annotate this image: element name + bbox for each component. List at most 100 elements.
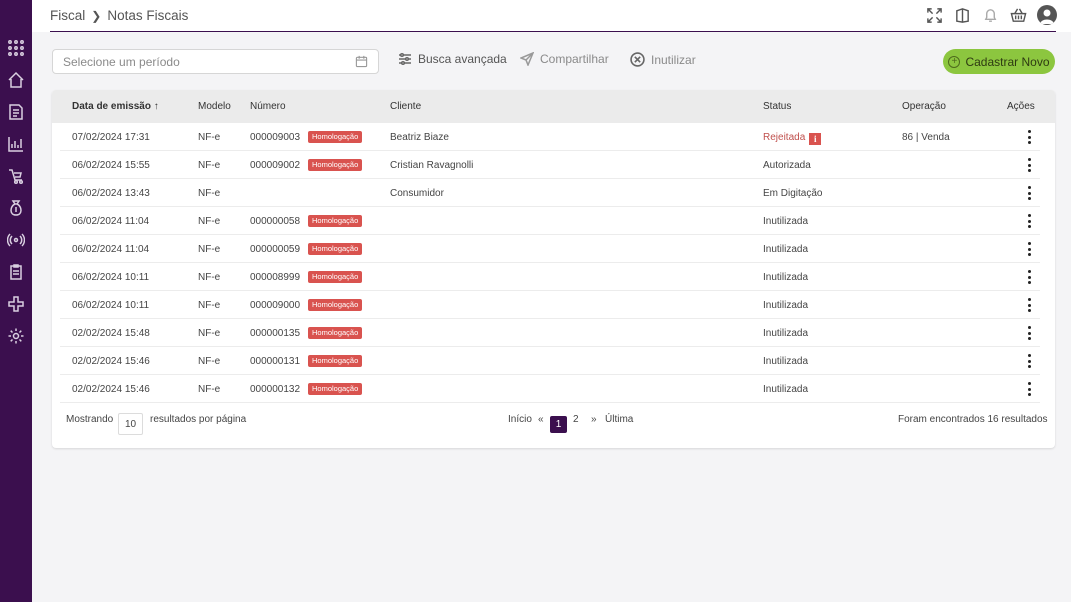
invoices-table-card: Data de emissão ↑ Modelo Número Cliente … <box>52 90 1055 448</box>
cell-model: NF-e <box>198 356 221 367</box>
homologation-badge: Homologação <box>308 327 363 339</box>
integrations-icon[interactable] <box>6 294 26 314</box>
circle-x-icon <box>630 52 645 67</box>
help-book-icon[interactable] <box>953 6 971 24</box>
homologation-badge: Homologação <box>308 355 363 367</box>
advanced-search-button[interactable]: Busca avançada <box>398 52 507 66</box>
table-header: Data de emissão ↑ Modelo Número Cliente … <box>52 90 1055 123</box>
breadcrumb: Fiscal ❯ Notas Fiscais <box>50 8 188 23</box>
home-icon[interactable] <box>6 70 26 90</box>
cell-date: 02/02/2024 15:48 <box>72 328 150 339</box>
pagination-next[interactable]: » <box>591 414 597 425</box>
cell-status: Inutilizada <box>763 384 808 395</box>
cell-date: 06/02/2024 13:43 <box>72 188 150 199</box>
table-row[interactable]: 06/02/2024 10:11 NF-e 000009000 Homologação… <box>60 291 1040 319</box>
row-actions-kebab-icon[interactable] <box>1026 158 1032 172</box>
cell-model: NF-e <box>198 132 221 143</box>
cell-model: NF-e <box>198 328 221 339</box>
broadcast-icon[interactable] <box>6 230 26 250</box>
cell-client: Consumidor <box>390 188 444 199</box>
money-bag-icon[interactable] <box>6 198 26 218</box>
apps-grid-icon[interactable] <box>6 38 26 58</box>
cell-date: 06/02/2024 11:04 <box>72 244 150 255</box>
pagination-first[interactable]: Início <box>508 414 532 425</box>
advanced-search-label: Busca avançada <box>418 52 507 66</box>
date-range-input[interactable] <box>63 54 323 69</box>
pagination-last[interactable]: Última <box>605 414 633 425</box>
cell-operation: 86 | Venda <box>902 132 950 143</box>
col-operation-header[interactable]: Operação <box>902 101 946 112</box>
header-divider <box>50 31 1056 32</box>
chevron-right-icon: ❯ <box>91 8 102 23</box>
table-row[interactable]: 06/02/2024 10:11 NF-e 000008999 Homologação… <box>60 263 1040 291</box>
clipboard-icon[interactable] <box>6 262 26 282</box>
chart-icon[interactable] <box>6 134 26 154</box>
header-actions <box>925 5 1057 25</box>
cell-number: 000000131 <box>250 356 301 367</box>
status-label: Inutilizada <box>763 244 809 255</box>
gear-icon[interactable] <box>6 326 26 346</box>
table-row[interactable]: 06/02/2024 11:04 NF-e 000000058 Homologação… <box>60 207 1040 235</box>
cell-number: 000009002 <box>250 160 301 171</box>
basket-icon[interactable] <box>1009 6 1027 24</box>
col-model-header[interactable]: Modelo <box>198 101 231 112</box>
cell-client: Beatriz Biaze <box>390 132 449 143</box>
pagination-page-1[interactable]: 1 <box>550 416 567 433</box>
cell-status: Inutilizada <box>763 272 808 283</box>
homologation-badge: Homologação <box>308 131 363 143</box>
share-button[interactable]: Compartilhar <box>520 52 609 66</box>
status-label: Autorizada <box>763 160 811 171</box>
date-range-field[interactable] <box>52 49 379 74</box>
homologation-badge: Homologação <box>308 215 363 227</box>
per-page-select[interactable]: 10 <box>118 413 143 435</box>
row-actions-kebab-icon[interactable] <box>1026 326 1032 340</box>
register-new-button[interactable]: + Cadastrar Novo <box>943 49 1055 74</box>
table-row[interactable]: 02/02/2024 15:48 NF-e 000000135 Homologação… <box>60 319 1040 347</box>
cell-status: Rejeitada i <box>763 132 822 145</box>
table-row[interactable]: 07/02/2024 17:31 NF-e 000009003 Homologação… <box>60 123 1040 151</box>
table-row[interactable]: 06/02/2024 13:43 NF-e Consumidor Em Digitaç… <box>60 179 1040 207</box>
row-actions-kebab-icon[interactable] <box>1026 354 1032 368</box>
cell-model: NF-e <box>198 244 221 255</box>
delivery-icon[interactable] <box>6 166 26 186</box>
row-actions-kebab-icon[interactable] <box>1026 382 1032 396</box>
cell-model: NF-e <box>198 188 221 199</box>
table-row[interactable]: 02/02/2024 15:46 NF-e 000000131 Homologação… <box>60 347 1040 375</box>
row-actions-kebab-icon[interactable] <box>1026 242 1032 256</box>
homologation-badge: Homologação <box>308 271 363 283</box>
cell-date: 06/02/2024 10:11 <box>72 272 150 283</box>
pagination-page-2[interactable]: 2 <box>573 414 579 425</box>
cell-client: Cristian Ravagnolli <box>390 160 474 171</box>
row-actions-kebab-icon[interactable] <box>1026 270 1032 284</box>
row-actions-kebab-icon[interactable] <box>1026 130 1032 144</box>
cell-status: Inutilizada <box>763 328 808 339</box>
info-icon[interactable]: i <box>809 133 822 145</box>
cell-date: 06/02/2024 15:55 <box>72 160 150 171</box>
calendar-icon[interactable] <box>355 55 368 68</box>
inutilize-label: Inutilizar <box>651 52 696 67</box>
table-row[interactable]: 06/02/2024 15:55 NF-e 000009002 Homologação… <box>60 151 1040 179</box>
col-date-header[interactable]: Data de emissão ↑ <box>72 101 159 112</box>
col-actions-header: Ações <box>1007 101 1035 112</box>
col-status-header[interactable]: Status <box>763 101 791 112</box>
table-row[interactable]: 06/02/2024 11:04 NF-e 000000059 Homologação… <box>60 235 1040 263</box>
row-actions-kebab-icon[interactable] <box>1026 298 1032 312</box>
document-edit-icon[interactable] <box>6 102 26 122</box>
table-row[interactable]: 02/02/2024 15:46 NF-e 000000132 Homologação… <box>60 375 1040 403</box>
breadcrumb-fiscal[interactable]: Fiscal <box>50 8 85 23</box>
cell-status: Inutilizada <box>763 244 808 255</box>
homologation-badge: Homologação <box>308 243 363 255</box>
col-number-header[interactable]: Número <box>250 101 286 112</box>
row-actions-kebab-icon[interactable] <box>1026 186 1032 200</box>
inutilize-button[interactable]: Inutilizar <box>630 52 696 67</box>
cell-model: NF-e <box>198 216 221 227</box>
cell-status: Em Digitação <box>763 188 822 199</box>
row-actions-kebab-icon[interactable] <box>1026 214 1032 228</box>
cell-number: 000008999 <box>250 272 301 283</box>
fullscreen-icon[interactable] <box>925 6 943 24</box>
col-client-header[interactable]: Cliente <box>390 101 421 112</box>
pagination-prev[interactable]: « <box>538 414 544 425</box>
cell-date: 06/02/2024 10:11 <box>72 300 150 311</box>
bell-icon[interactable] <box>981 6 999 24</box>
user-avatar-icon[interactable] <box>1037 5 1057 25</box>
